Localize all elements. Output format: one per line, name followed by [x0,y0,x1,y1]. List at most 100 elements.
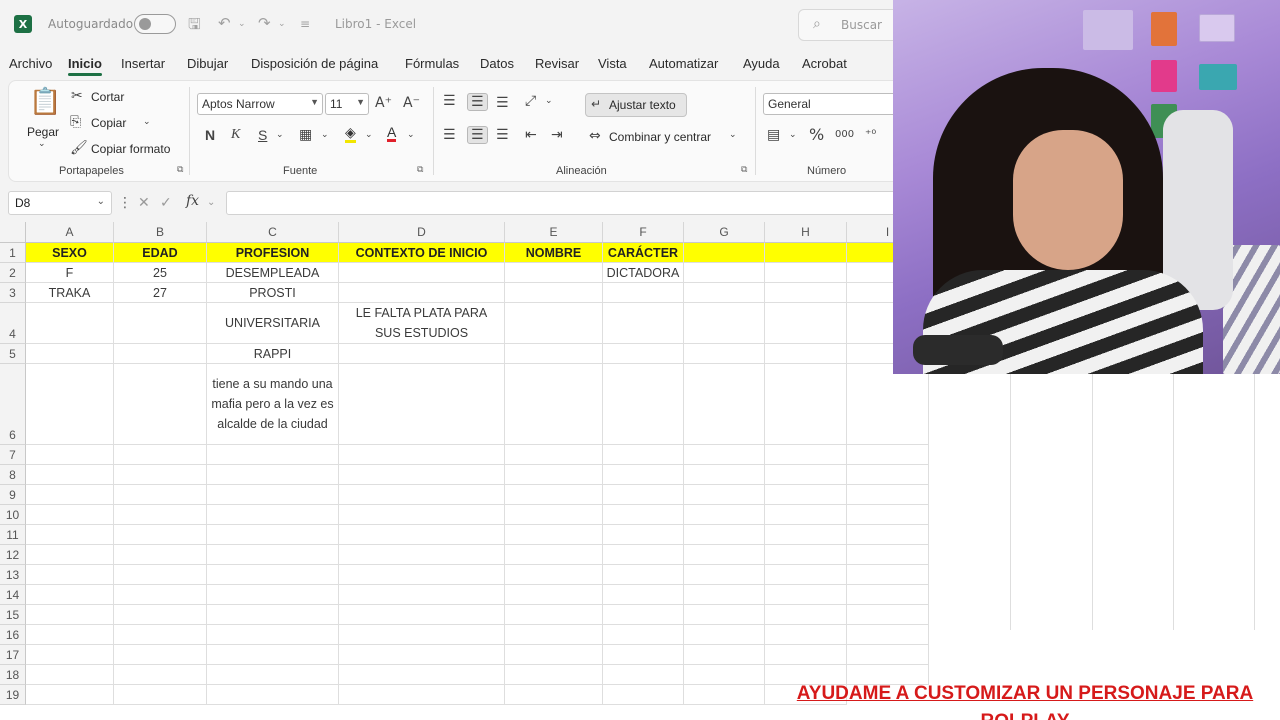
cell-b19[interactable] [114,685,207,705]
chevron-down-icon[interactable]: ⌄ [789,130,797,140]
cell-f9[interactable] [603,485,684,505]
cell-g19[interactable] [684,685,765,705]
redo-icon[interactable]: ↷ [258,14,271,32]
cell-h2[interactable] [765,263,847,283]
decrease-font-icon[interactable]: A⁻ [403,95,420,111]
cell-d17[interactable] [339,645,505,665]
cell-d4[interactable]: LE FALTA PLATA PARA SUS ESTUDIOS [339,303,505,344]
cell-e11[interactable] [505,525,603,545]
percent-button[interactable]: % [809,125,824,144]
cell-a1[interactable]: SEXO [26,243,114,263]
cell-c8[interactable] [207,465,339,485]
cell-c9[interactable] [207,485,339,505]
chevron-down-icon[interactable]: ⌄ [365,130,373,140]
cell-e3[interactable] [505,283,603,303]
cell-e2[interactable] [505,263,603,283]
cell-h15[interactable] [765,605,847,625]
cell-c13[interactable] [207,565,339,585]
cell-f6[interactable] [603,364,684,445]
cell-b14[interactable] [114,585,207,605]
format-painter-icon[interactable]: 🖌 [70,140,88,156]
wrap-text-button[interactable]: ↵ Ajustar texto [585,93,687,117]
cell-b8[interactable] [114,465,207,485]
cell-h5[interactable] [765,344,847,364]
italic-button[interactable]: K [231,127,240,143]
search-box[interactable]: ⌕ Buscar [798,9,908,41]
cell-g17[interactable] [684,645,765,665]
cell-e7[interactable] [505,445,603,465]
cell-a11[interactable] [26,525,114,545]
cell-f4[interactable] [603,303,684,344]
cell-b6[interactable] [114,364,207,445]
row-header-7[interactable]: 7 [0,445,26,465]
cell-d15[interactable] [339,605,505,625]
row-header-10[interactable]: 10 [0,505,26,525]
tab-inicio[interactable]: Inicio [68,56,102,76]
cell-i6[interactable] [847,364,929,445]
cell-i14[interactable] [847,585,929,605]
cell-a17[interactable] [26,645,114,665]
copy-dropdown-icon[interactable]: ⌄ [143,117,151,127]
formula-input[interactable] [226,191,900,215]
cell-h12[interactable] [765,545,847,565]
cell-i8[interactable] [847,465,929,485]
row-header-18[interactable]: 18 [0,665,26,685]
cell-c7[interactable] [207,445,339,465]
cell-f1[interactable]: CARÁCTER [603,243,684,263]
cell-a9[interactable] [26,485,114,505]
cell-g3[interactable] [684,283,765,303]
row-header-4[interactable]: 4 [0,303,26,344]
cell-c3[interactable]: PROSTI [207,283,339,303]
tab-datos[interactable]: Datos [480,56,514,71]
cell-g4[interactable] [684,303,765,344]
copy-icon[interactable]: ⎘ [70,114,81,130]
cell-c15[interactable] [207,605,339,625]
cell-e5[interactable] [505,344,603,364]
cell-b4[interactable] [114,303,207,344]
align-right-icon[interactable]: ☰ [496,127,509,143]
increase-indent-icon[interactable]: ⇥ [551,127,563,143]
paste-icon[interactable]: 📋 [29,87,61,117]
cell-c5[interactable]: RAPPI [207,344,339,364]
cell-e8[interactable] [505,465,603,485]
cell-a7[interactable] [26,445,114,465]
row-header-1[interactable]: 1 [0,243,26,263]
cell-h16[interactable] [765,625,847,645]
insert-function-button[interactable]: fx [186,193,199,209]
cell-i7[interactable] [847,445,929,465]
cell-b2[interactable]: 25 [114,263,207,283]
align-left-icon[interactable]: ☰ [443,127,456,143]
row-header-3[interactable]: 3 [0,283,26,303]
merge-center-button[interactable]: Combinar y centrar [609,130,711,144]
cell-g8[interactable] [684,465,765,485]
cell-g18[interactable] [684,665,765,685]
cell-h11[interactable] [765,525,847,545]
cell-d5[interactable] [339,344,505,364]
cell-i12[interactable] [847,545,929,565]
cell-e18[interactable] [505,665,603,685]
cell-g6[interactable] [684,364,765,445]
tab-insertar[interactable]: Insertar [121,56,165,71]
cell-g5[interactable] [684,344,765,364]
cell-b12[interactable] [114,545,207,565]
cell-g16[interactable] [684,625,765,645]
increase-font-icon[interactable]: A⁺ [375,95,392,111]
cancel-icon[interactable]: ✕ [138,195,150,211]
cell-i16[interactable] [847,625,929,645]
cell-c1[interactable]: PROFESION [207,243,339,263]
column-header-d[interactable]: D [339,222,505,243]
cell-h17[interactable] [765,645,847,665]
cell-a14[interactable] [26,585,114,605]
chevron-down-icon[interactable]: ⌄ [321,130,329,140]
row-header-2[interactable]: 2 [0,263,26,283]
cell-f15[interactable] [603,605,684,625]
cell-d3[interactable] [339,283,505,303]
row-header-5[interactable]: 5 [0,344,26,364]
cell-c2[interactable]: DESEMPLEADA [207,263,339,283]
cell-f13[interactable] [603,565,684,585]
cell-c14[interactable] [207,585,339,605]
chevron-down-icon[interactable]: ⌄ [276,130,284,140]
undo-dropdown-icon[interactable]: ⌄ [238,19,246,29]
increase-decimal-icon[interactable]: ⁺⁰ [865,127,876,141]
cell-a2[interactable]: F [26,263,114,283]
